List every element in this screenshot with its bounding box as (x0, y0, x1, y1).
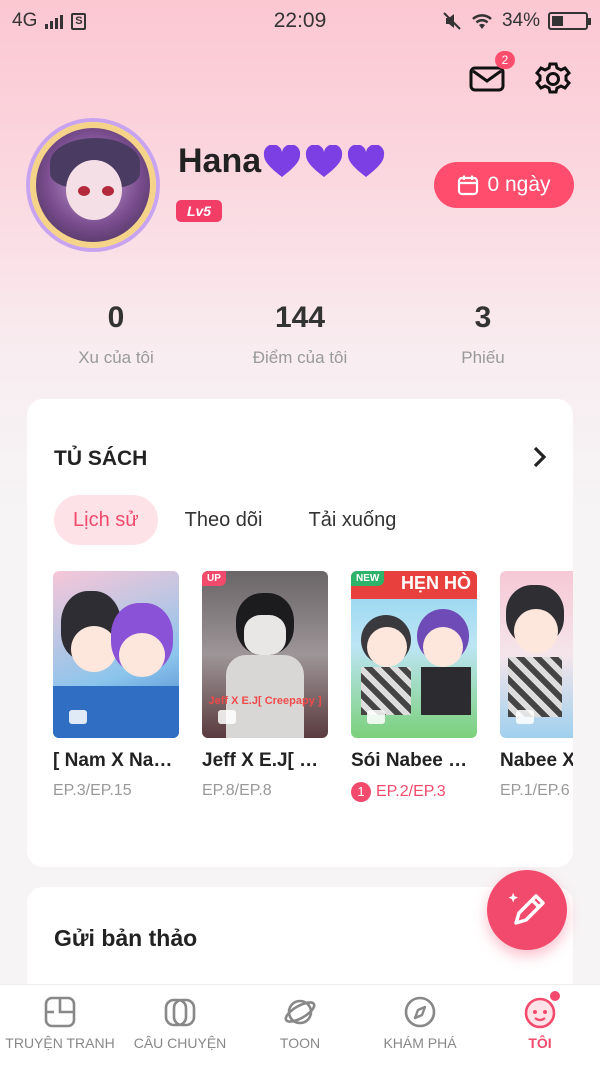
book-episode: EP.3/EP.15 (53, 782, 179, 800)
stat-label: Điểm của tôi (252, 348, 348, 367)
book-tag: NEW (351, 571, 385, 586)
book-list: [ Nam X Nabee ] EP.3/EP.15 UP Jeff X E.J… (53, 571, 573, 811)
compass-icon (404, 996, 436, 1028)
level-badge: Lv5 (176, 200, 222, 222)
book-item[interactable]: [ Nam X Nabee ] EP.3/EP.15 (53, 571, 179, 800)
nav-label: TRUYỆN TRANH (5, 1035, 115, 1051)
stat-label: Xu của tôi (78, 348, 154, 367)
stat-coins[interactable]: 0 Xu của tôi (31, 298, 201, 368)
book-episode: EP.1/EP.6 (500, 782, 573, 800)
avatar[interactable] (30, 122, 156, 248)
purple-heart-icon (264, 144, 301, 177)
nav-label: TOON (279, 1035, 321, 1051)
bottom-nav: TRUYỆN TRANH CÂU CHUYỆN TOON KHÁM PHÁ TÔ… (0, 984, 600, 1067)
signal-icon (45, 13, 64, 29)
episode-text: EP.8/EP.8 (202, 782, 272, 799)
nav-label: TÔI (528, 1035, 552, 1051)
stat-value: 0 (107, 301, 125, 334)
status-bar: 4G S 22:09 34% (0, 0, 600, 42)
purple-heart-icon (306, 144, 343, 177)
nav-item-me[interactable]: TÔI (480, 985, 600, 1067)
notification-dot (550, 991, 560, 1001)
cover-text: Jeff X E.J[ Creepapy ] (208, 695, 322, 707)
wifi-icon (472, 14, 492, 29)
comment-icon (367, 710, 385, 724)
sim-icon: S (71, 12, 87, 30)
checkin-button[interactable]: 0 ngày (434, 162, 574, 208)
username: Hana (178, 142, 385, 181)
comment-icon (516, 710, 534, 724)
book-tag: UP (202, 571, 226, 586)
battery-icon (548, 12, 591, 30)
book-cover[interactable] (53, 571, 179, 738)
nav-item-stories[interactable]: CÂU CHUYỆN (120, 985, 240, 1067)
book-item[interactable]: Nabee X EP.1/EP.6 (500, 571, 573, 800)
nav-item-explore[interactable]: KHÁM PHÁ (360, 985, 480, 1067)
tab-history[interactable]: Lịch sử (54, 495, 158, 545)
book-item[interactable]: HẸN HÒ NEW Sói Nabee X Hana 1 EP.2/EP.3 (351, 571, 477, 802)
nav-label: CÂU CHUYỆN (133, 1035, 227, 1051)
checkin-label: 0 ngày (487, 173, 551, 196)
write-fab-button[interactable] (487, 870, 567, 950)
book-title: Nabee X (500, 750, 573, 771)
comic-icon (44, 996, 76, 1028)
book-cover[interactable]: UP Jeff X E.J[ Creepapy ] (202, 571, 328, 738)
book-title: Jeff X E.J[ Creepapy ] (202, 750, 328, 771)
nav-label: KHÁM PHÁ (383, 1035, 457, 1051)
episode-text: EP.2/EP.3 (376, 783, 446, 800)
episode-text: EP.1/EP.6 (500, 782, 570, 799)
mute-icon (443, 12, 461, 30)
stat-value: 144 (274, 301, 326, 334)
book-cover[interactable]: HẸN HÒ NEW (351, 571, 477, 738)
book-title: [ Nam X Nabee ] (53, 750, 179, 771)
unread-badge: 1 (351, 782, 371, 802)
stat-value: 3 (474, 301, 492, 334)
battery-percent: 34% (501, 10, 540, 31)
bookshelf-card: TỦ SÁCH Lịch sử Theo dõi Tải xuống [ Nam… (27, 399, 573, 867)
submit-title: Gửi bản thảo (54, 925, 198, 951)
tab-downloads[interactable]: Tải xuống (289, 495, 415, 545)
book-icon (164, 998, 196, 1027)
bookshelf-title: TỦ SÁCH (54, 447, 148, 470)
mail-badge: 2 (495, 51, 515, 69)
book-cover[interactable] (500, 571, 573, 738)
pencil-icon (508, 892, 545, 925)
stat-points[interactable]: 144 Điểm của tôi (215, 298, 385, 368)
episode-text: EP.3/EP.15 (53, 782, 132, 799)
network-type: 4G (12, 10, 38, 31)
purple-heart-icon (348, 144, 385, 177)
book-item[interactable]: UP Jeff X E.J[ Creepapy ] Jeff X E.J[ Cr… (202, 571, 328, 800)
nav-item-comics[interactable]: TRUYỆN TRANH (0, 985, 120, 1067)
stat-label: Phiếu (461, 348, 505, 367)
bookshelf-tabs: Lịch sử Theo dõi Tải xuống (54, 495, 415, 545)
username-text: Hana (178, 142, 262, 180)
nav-item-toon[interactable]: TOON (240, 985, 360, 1067)
stat-tickets[interactable]: 3 Phiếu (398, 298, 568, 368)
tab-following[interactable]: Theo dõi (166, 495, 282, 545)
chevron-right-icon[interactable] (527, 443, 551, 471)
settings-gear-icon[interactable] (534, 60, 572, 98)
heart-icons (263, 144, 385, 179)
book-episode: 1 EP.2/EP.3 (351, 782, 477, 802)
book-episode: EP.8/EP.8 (202, 782, 328, 800)
comment-icon (218, 710, 236, 724)
calendar-icon (458, 175, 479, 196)
planet-icon (284, 999, 316, 1025)
book-title: Sói Nabee X Hana (351, 750, 477, 771)
comment-icon (69, 710, 87, 724)
